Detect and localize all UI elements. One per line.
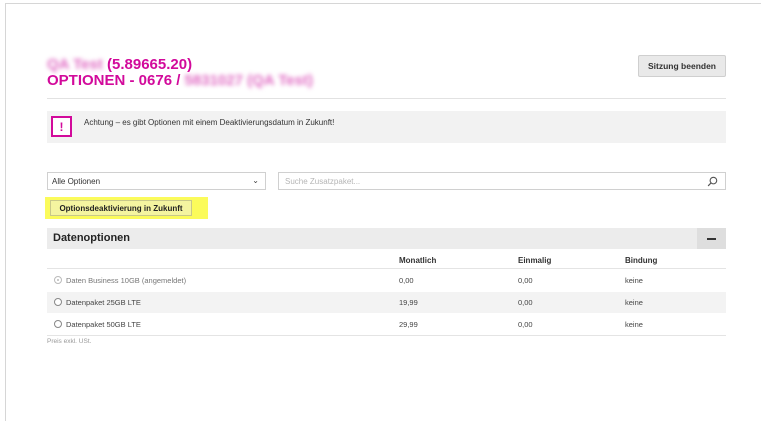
option-filter-value: Alle Optionen [52,176,101,186]
binding-value: keine [625,276,643,285]
column-header-monthly: Monatlich [399,256,437,265]
search-icon[interactable] [707,176,718,187]
option-radio[interactable] [54,320,62,328]
option-filter-select[interactable]: Alle Optionen ⌄ [47,172,266,190]
column-header-binding: Bindung [625,256,658,265]
redacted-customer-name: QA Test [47,56,103,73]
customer-number: (5.89665.20) [107,56,193,73]
table-bottom-divider [47,335,726,336]
end-session-button[interactable]: Sitzung beenden [638,55,726,77]
column-header-once: Einmalig [518,256,552,265]
chevron-down-icon: ⌄ [252,176,259,185]
search-input[interactable] [285,176,685,186]
binding-value: keine [625,298,643,307]
section-header-datenoptionen: Datenoptionen [47,228,726,249]
future-deactivation-button[interactable]: Optionsdeaktivierung in Zukunft [50,200,192,216]
warning-alert: ! Achtung – es gibt Optionen mit einem D… [47,111,726,143]
search-field[interactable] [278,172,726,190]
exclamation-icon: ! [51,116,72,137]
option-radio-selected[interactable] [54,276,62,284]
binding-value: keine [625,320,643,329]
redacted-phone-number: 5831027 (QA Test) [184,72,313,89]
table-header-divider [47,268,726,269]
page-title-options: OPTIONEN - 0676 / 5831027 (QA Test) [47,72,313,89]
table-row: Datenpaket 50GB LTE 29,99 0,00 keine [47,314,726,335]
option-label: Daten Business 10GB (angemeldet) [66,276,187,285]
header-divider [47,98,726,99]
monthly-price: 19,99 [399,298,418,307]
price-footnote: Preis exkl. USt. [47,338,92,345]
option-radio[interactable] [54,298,62,306]
option-label: Datenpaket 25GB LTE [66,298,141,307]
collapse-button[interactable] [697,228,726,249]
minus-icon [707,237,716,240]
options-title-label: OPTIONEN - 0676 / [47,72,181,89]
once-price: 0,00 [518,320,533,329]
section-title: Datenoptionen [53,232,130,244]
table-row: Datenpaket 25GB LTE 19,99 0,00 keine [47,292,726,313]
once-price: 0,00 [518,298,533,307]
option-label: Datenpaket 50GB LTE [66,320,141,329]
monthly-price: 29,99 [399,320,418,329]
once-price: 0,00 [518,276,533,285]
table-row: Daten Business 10GB (angemeldet) 0,00 0,… [47,270,726,291]
alert-message: Achtung – es gibt Optionen mit einem Dea… [84,118,335,127]
page-title-customer: QA Test (5.89665.20) [47,56,192,73]
monthly-price: 0,00 [399,276,414,285]
